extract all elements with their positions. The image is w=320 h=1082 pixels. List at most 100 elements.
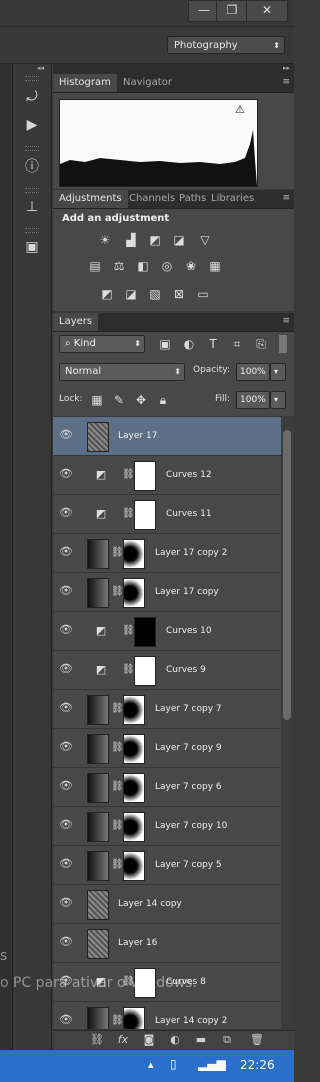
- layer-row[interactable]: 👁︎ Layer 16: [53, 924, 281, 963]
- layer-mask-thumbnail[interactable]: [134, 500, 156, 530]
- cache-warning-icon[interactable]: ⚠: [235, 103, 245, 116]
- layer-row[interactable]: 👁︎ Layer 17: [53, 417, 281, 456]
- lock-transparent-icon[interactable]: ▦: [89, 393, 105, 407]
- layer-name[interactable]: Curves 11: [166, 506, 212, 522]
- layer-thumbnail[interactable]: [87, 851, 109, 881]
- collapse-arrows-icon[interactable]: ◂◂: [37, 64, 44, 72]
- layer-name[interactable]: Layer 17 copy 2: [155, 545, 227, 561]
- visibility-eye-icon[interactable]: 👁︎: [59, 701, 73, 715]
- panel-menu-icon[interactable]: ≡: [282, 193, 290, 203]
- gradient-map-icon[interactable]: ▭: [195, 287, 211, 301]
- layer-mask-thumbnail[interactable]: [134, 461, 156, 491]
- layer-name[interactable]: Layer 7 copy 6: [155, 779, 222, 795]
- tab-layers[interactable]: Layers: [53, 313, 99, 331]
- mask-link-icon[interactable]: ⛓: [111, 1014, 124, 1028]
- filter-adjustment-icon[interactable]: ◐: [181, 337, 197, 351]
- layer-row[interactable]: 👁︎ ⛓ Layer 14 copy 2: [53, 1002, 281, 1030]
- restore-button[interactable]: ❐: [216, 0, 248, 22]
- filter-smartobject-icon[interactable]: ⎘: [253, 337, 269, 351]
- lock-position-icon[interactable]: ✥: [133, 393, 149, 407]
- visibility-eye-icon[interactable]: 👁︎: [59, 935, 73, 949]
- posterize-icon[interactable]: ◪: [123, 287, 139, 301]
- visibility-eye-icon[interactable]: 👁︎: [59, 818, 73, 832]
- blend-mode-dropdown[interactable]: Normal ⬍: [59, 363, 185, 381]
- color-balance-icon[interactable]: ⚖: [111, 259, 127, 273]
- exposure-icon[interactable]: ◪: [171, 233, 187, 247]
- layer-name[interactable]: Layer 7 copy 5: [155, 857, 222, 873]
- mask-link-icon[interactable]: ⛓: [111, 819, 124, 833]
- layer-row[interactable]: 👁︎ ◩ ⛓ Curves 11: [53, 495, 281, 534]
- grip-icon[interactable]: [25, 76, 39, 81]
- gradient-icon[interactable]: ▽: [197, 233, 213, 247]
- mask-link-icon[interactable]: ⛓: [122, 468, 135, 482]
- layer-name[interactable]: Layer 14 copy: [118, 896, 182, 912]
- layer-row[interactable]: 👁︎ ⛓ Layer 7 copy 10: [53, 807, 281, 846]
- visibility-eye-icon[interactable]: 👁︎: [59, 506, 73, 520]
- visibility-eye-icon[interactable]: 👁︎: [59, 857, 73, 871]
- layer-mask-thumbnail[interactable]: [123, 734, 145, 764]
- layer-thumbnail[interactable]: [87, 1007, 109, 1029]
- layer-mask-thumbnail[interactable]: [123, 812, 145, 842]
- layer-name[interactable]: Layer 17: [118, 428, 157, 444]
- tab-histogram[interactable]: Histogram: [53, 74, 117, 92]
- layer-row[interactable]: 👁︎ ◩ ⛓ Curves 9: [53, 651, 281, 690]
- layer-name[interactable]: Layer 14 copy 2: [155, 1013, 227, 1029]
- layer-name[interactable]: Layer 17 copy: [155, 584, 219, 600]
- brightness-contrast-icon[interactable]: ☀: [97, 233, 113, 247]
- clock[interactable]: 22:26: [240, 1058, 275, 1072]
- layer-row[interactable]: 👁︎ ⛓ Layer 17 copy: [53, 573, 281, 612]
- add-mask-icon[interactable]: ◙: [141, 1033, 157, 1047]
- layer-mask-thumbnail[interactable]: [123, 539, 145, 569]
- battery-icon[interactable]: ▯: [170, 1057, 177, 1071]
- layer-thumbnail[interactable]: [87, 929, 109, 959]
- filter-toggle[interactable]: [279, 335, 287, 353]
- layer-row[interactable]: 👁︎ ◩ ⛓ Curves 10: [53, 612, 281, 651]
- layer-row[interactable]: 👁︎ ⛓ Layer 7 copy 5: [53, 846, 281, 885]
- filter-pixel-icon[interactable]: ▣: [157, 337, 173, 351]
- history-icon[interactable]: ⤾: [23, 88, 41, 106]
- visibility-eye-icon[interactable]: 👁︎: [59, 467, 73, 481]
- layer-row[interactable]: 👁︎ ⛓ Layer 7 copy 9: [53, 729, 281, 768]
- layer-row[interactable]: 👁︎ Layer 14 copy: [53, 885, 281, 924]
- curves-icon[interactable]: ◩: [147, 233, 163, 247]
- layer-row[interactable]: 👁︎ ⛓ Layer 7 copy 7: [53, 690, 281, 729]
- visibility-eye-icon[interactable]: 👁︎: [59, 545, 73, 559]
- grip-icon[interactable]: [25, 228, 39, 233]
- visibility-eye-icon[interactable]: 👁︎: [59, 1013, 73, 1027]
- layer-mask-thumbnail[interactable]: [123, 695, 145, 725]
- trash-icon[interactable]: 🗑︎: [249, 1033, 265, 1047]
- expand-arrows-icon[interactable]: ▸▸: [283, 64, 290, 72]
- channel-mixer-icon[interactable]: ❀: [183, 259, 199, 273]
- visibility-eye-icon[interactable]: 👁︎: [59, 779, 73, 793]
- workspace-dropdown[interactable]: Photography ⬍: [167, 36, 285, 54]
- new-layer-icon[interactable]: ⧉: [219, 1033, 235, 1047]
- layer-thumbnail[interactable]: [87, 578, 109, 608]
- layer-name[interactable]: Curves 9: [166, 662, 206, 678]
- layer-thumbnail[interactable]: [87, 695, 109, 725]
- tab-channels[interactable]: Channels: [127, 190, 177, 208]
- layer-mask-thumbnail[interactable]: [134, 656, 156, 686]
- link-layers-icon[interactable]: ⛓: [89, 1033, 105, 1047]
- signal-icon[interactable]: ▂▄▆: [198, 1057, 226, 1071]
- opacity-input[interactable]: 100%: [236, 363, 270, 381]
- layer-mask-thumbnail[interactable]: [134, 617, 156, 647]
- layer-thumbnail[interactable]: [87, 773, 109, 803]
- selective-color-icon[interactable]: ⊠: [171, 287, 187, 301]
- mask-link-icon[interactable]: ⛓: [111, 780, 124, 794]
- color-lookup-icon[interactable]: ▦: [207, 259, 223, 273]
- layer-thumbnail[interactable]: [87, 812, 109, 842]
- threshold-icon[interactable]: ▧: [147, 287, 163, 301]
- actions-play-icon[interactable]: ▶: [23, 116, 41, 134]
- invert-icon[interactable]: ◩: [99, 287, 115, 301]
- mask-link-icon[interactable]: ⛓: [111, 702, 124, 716]
- layer-name[interactable]: Curves 12: [166, 467, 212, 483]
- fill-slider-button[interactable]: ▾: [270, 391, 286, 409]
- photo-filter-icon[interactable]: ◎: [159, 259, 175, 273]
- mask-link-icon[interactable]: ⛓: [111, 741, 124, 755]
- grip-icon[interactable]: [25, 146, 39, 151]
- visibility-eye-icon[interactable]: 👁︎: [59, 896, 73, 910]
- properties-icon[interactable]: ▣: [23, 238, 41, 256]
- mask-link-icon[interactable]: ⛓: [111, 858, 124, 872]
- visibility-eye-icon[interactable]: 👁︎: [59, 623, 73, 637]
- levels-icon[interactable]: ▟: [123, 233, 139, 247]
